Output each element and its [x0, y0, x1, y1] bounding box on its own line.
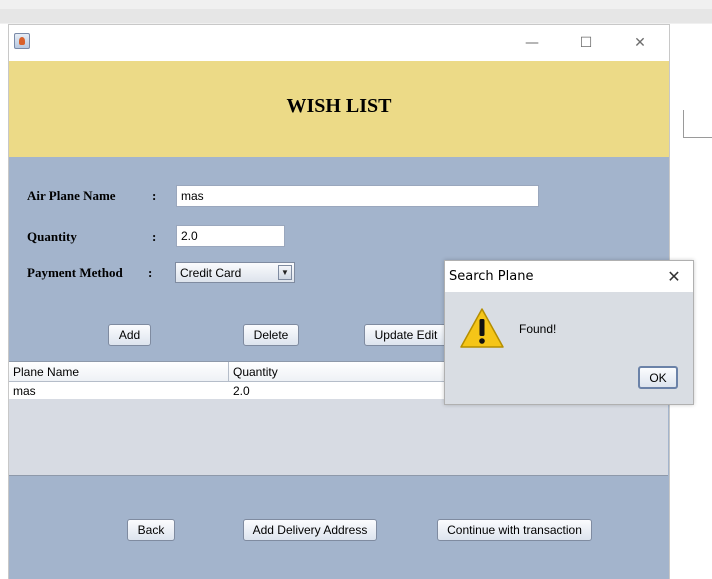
delete-button[interactable]: Delete	[243, 324, 299, 346]
add-button[interactable]: Add	[108, 324, 151, 346]
background-window-edge	[683, 110, 712, 138]
header-banner: WISH LIST	[9, 61, 669, 157]
column-divider[interactable]	[228, 362, 229, 382]
quantity-input[interactable]	[176, 225, 285, 247]
maximize-button[interactable]: ☐	[563, 30, 609, 56]
table-cell-quantity: 2.0	[233, 384, 250, 398]
close-button[interactable]: ✕	[617, 30, 663, 56]
quantity-label: Quantity	[27, 229, 77, 244]
ok-button[interactable]: OK	[638, 366, 678, 389]
chevron-down-icon[interactable]: ▼	[278, 265, 292, 280]
window-titlebar[interactable]: — ☐ ✕	[9, 25, 669, 61]
quantity-colon: :	[152, 229, 157, 244]
back-button[interactable]: Back	[127, 519, 175, 541]
java-app-icon	[14, 33, 30, 49]
desktop-top-band	[0, 9, 712, 23]
dialog-title: Search Plane	[449, 269, 534, 284]
continue-transaction-button[interactable]: Continue with transaction	[437, 519, 592, 541]
column-header-plane-name[interactable]: Plane Name	[13, 365, 79, 379]
warning-icon	[460, 308, 504, 348]
plane-name-label: Air Plane Name	[27, 188, 116, 203]
plane-name-colon: :	[152, 188, 157, 203]
add-delivery-address-button[interactable]: Add Delivery Address	[243, 519, 377, 541]
payment-method-label: Payment Method	[27, 265, 123, 280]
column-header-quantity[interactable]: Quantity	[233, 365, 278, 379]
dialog-message: Found!	[519, 322, 557, 336]
page-title: WISH LIST	[286, 95, 392, 117]
payment-method-colon: :	[148, 265, 153, 280]
dialog-titlebar[interactable]: Search Plane ✕	[445, 261, 693, 292]
payment-method-select[interactable]: Credit Card ▼	[175, 262, 295, 283]
table-cell-plane-name: mas	[13, 384, 36, 398]
search-plane-dialog: Search Plane ✕ Found! OK	[444, 260, 694, 405]
minimize-button[interactable]: —	[509, 30, 555, 56]
dialog-close-button[interactable]: ✕	[657, 263, 691, 290]
payment-method-value: Credit Card	[180, 266, 242, 280]
update-edit-button[interactable]: Update Edit	[364, 324, 448, 346]
plane-name-input[interactable]	[176, 185, 539, 207]
